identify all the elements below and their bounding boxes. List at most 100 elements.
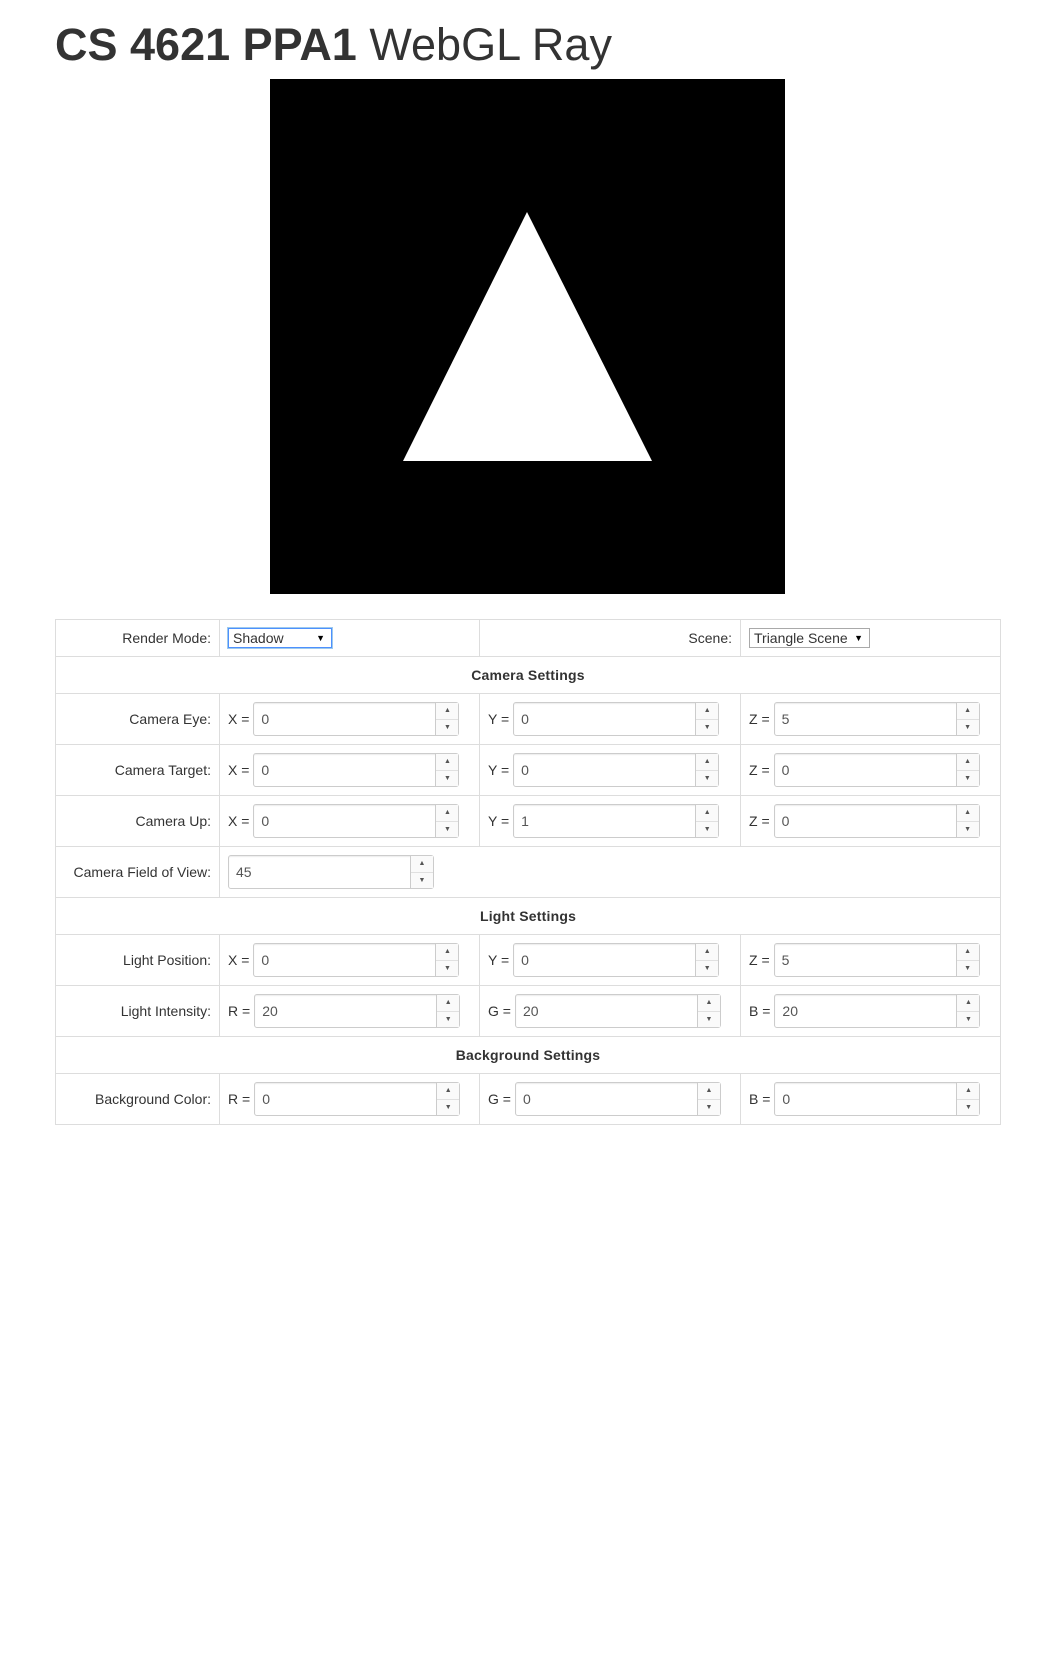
light-intensity-g-value: 20 [522,1003,539,1019]
render-mode-label: Render Mode: [55,619,220,657]
camera-eye-y-input[interactable]: 0 ▲ ▼ [513,702,720,736]
camera-settings-heading: Camera Settings [55,656,1001,694]
spin-up-icon[interactable]: ▲ [437,1083,460,1100]
spin-up-icon[interactable]: ▲ [411,856,433,873]
render-mode-select[interactable]: Shadow ▼ [228,628,332,648]
light-position-z-value: 5 [781,952,790,968]
camera-eye-x-cell: X = 0 ▲ ▼ [219,693,480,745]
camera-up-row: Camera Up: X = 0 ▲ ▼ Y = 1 ▲ ▼ Z = 0 ▲ ▼ [55,795,1001,847]
spin-up-icon[interactable]: ▲ [956,703,979,720]
settings-table: Render Mode: Shadow ▼ Scene: Triangle Sc… [55,619,1001,1125]
spin-down-icon[interactable]: ▼ [696,720,718,736]
spin-up-icon[interactable]: ▲ [696,805,719,822]
light-intensity-g-input[interactable]: 20 ▲ ▼ [514,994,721,1028]
axis-label-x: X = [228,711,250,727]
camera-target-label: Camera Target: [55,744,220,796]
spin-up-icon[interactable]: ▲ [436,754,459,771]
camera-up-z-value: 0 [781,813,790,829]
number-spinner: ▲ ▼ [696,1083,720,1116]
axis-label-r: R = [228,1003,251,1019]
spin-up-icon[interactable]: ▲ [957,1083,980,1100]
axis-label-y: Y = [488,952,510,968]
spin-down-icon[interactable]: ▼ [957,720,979,736]
spin-down-icon[interactable]: ▼ [436,822,458,838]
spin-up-icon[interactable]: ▲ [436,703,459,720]
scene-value: Triangle Scene [754,630,848,646]
spin-up-icon[interactable]: ▲ [436,944,459,961]
spin-up-icon[interactable]: ▲ [956,805,979,822]
spin-up-icon[interactable]: ▲ [697,995,720,1012]
axis-label-r: R = [228,1091,251,1107]
camera-up-y-input[interactable]: 1 ▲ ▼ [513,804,720,838]
axis-label-x: X = [228,813,250,829]
camera-eye-label: Camera Eye: [55,693,220,745]
number-spinner: ▲ ▼ [695,754,719,787]
spin-down-icon[interactable]: ▼ [436,961,458,977]
spin-down-icon[interactable]: ▼ [696,771,718,787]
render-canvas[interactable] [270,79,785,594]
spin-down-icon[interactable]: ▼ [957,961,979,977]
background-color-b-input[interactable]: 0 ▲ ▼ [774,1082,981,1116]
background-color-g-input[interactable]: 0 ▲ ▼ [514,1082,721,1116]
background-color-row: Background Color: R = 0 ▲ ▼ G = 0 ▲ ▼ B … [55,1073,1001,1125]
camera-eye-z-input[interactable]: 5 ▲ ▼ [773,702,980,736]
camera-target-x-input[interactable]: 0 ▲ ▼ [253,753,460,787]
camera-target-x-value: 0 [261,762,270,778]
light-position-y-input[interactable]: 0 ▲ ▼ [513,943,720,977]
light-intensity-g-cell: G = 20 ▲ ▼ [479,985,741,1037]
spin-up-icon[interactable]: ▲ [956,944,979,961]
light-intensity-b-input[interactable]: 20 ▲ ▼ [774,994,981,1028]
camera-up-x-cell: X = 0 ▲ ▼ [219,795,480,847]
background-color-r-cell: R = 0 ▲ ▼ [219,1073,480,1125]
spin-down-icon[interactable]: ▼ [957,1100,979,1116]
spin-down-icon[interactable]: ▼ [957,822,979,838]
spin-down-icon[interactable]: ▼ [696,961,718,977]
spin-up-icon[interactable]: ▲ [437,995,460,1012]
spin-down-icon[interactable]: ▼ [436,771,458,787]
axis-label-y: Y = [488,813,510,829]
axis-label-y: Y = [488,711,510,727]
page-title-course: CS 4621 PPA1 [55,19,357,70]
render-canvas-svg [270,79,785,594]
spin-down-icon[interactable]: ▼ [437,1012,459,1028]
spin-down-icon[interactable]: ▼ [957,771,979,787]
spin-up-icon[interactable]: ▲ [956,754,979,771]
light-position-x-value: 0 [261,952,270,968]
camera-up-z-input[interactable]: 0 ▲ ▼ [773,804,980,838]
camera-up-x-input[interactable]: 0 ▲ ▼ [253,804,460,838]
spin-up-icon[interactable]: ▲ [697,1083,720,1100]
spin-down-icon[interactable]: ▼ [698,1012,720,1028]
render-mode-cell: Shadow ▼ [219,619,480,657]
spin-down-icon[interactable]: ▼ [437,1100,459,1116]
light-position-z-input[interactable]: 5 ▲ ▼ [773,943,980,977]
spin-down-icon[interactable]: ▼ [696,822,718,838]
spin-down-icon[interactable]: ▼ [957,1012,979,1028]
spin-up-icon[interactable]: ▲ [957,995,980,1012]
spin-up-icon[interactable]: ▲ [436,805,459,822]
camera-eye-y-value: 0 [521,711,529,727]
spin-down-icon[interactable]: ▼ [698,1100,720,1116]
camera-fov-cell: 45 ▲ ▼ [219,846,1001,898]
axis-label-z: Z = [749,952,770,968]
background-color-r-input[interactable]: 0 ▲ ▼ [254,1082,461,1116]
chevron-down-icon: ▼ [854,633,863,643]
number-spinner: ▲ ▼ [435,703,459,736]
spin-up-icon[interactable]: ▲ [696,944,719,961]
camera-eye-x-value: 0 [261,711,270,727]
spin-up-icon[interactable]: ▲ [696,754,719,771]
number-spinner: ▲ ▼ [436,995,460,1028]
camera-target-y-input[interactable]: 0 ▲ ▼ [513,753,720,787]
camera-target-z-input[interactable]: 0 ▲ ▼ [773,753,980,787]
spin-down-icon[interactable]: ▼ [436,720,458,736]
light-position-x-cell: X = 0 ▲ ▼ [219,934,480,986]
axis-label-x: X = [228,952,250,968]
camera-eye-x-input[interactable]: 0 ▲ ▼ [253,702,460,736]
light-position-x-input[interactable]: 0 ▲ ▼ [253,943,460,977]
scene-select[interactable]: Triangle Scene ▼ [749,628,870,648]
camera-fov-input[interactable]: 45 ▲ ▼ [228,855,434,889]
spin-up-icon[interactable]: ▲ [696,703,719,720]
render-options-row: Render Mode: Shadow ▼ Scene: Triangle Sc… [55,619,1001,657]
camera-up-x-value: 0 [261,813,270,829]
spin-down-icon[interactable]: ▼ [411,873,433,889]
light-intensity-r-input[interactable]: 20 ▲ ▼ [254,994,461,1028]
